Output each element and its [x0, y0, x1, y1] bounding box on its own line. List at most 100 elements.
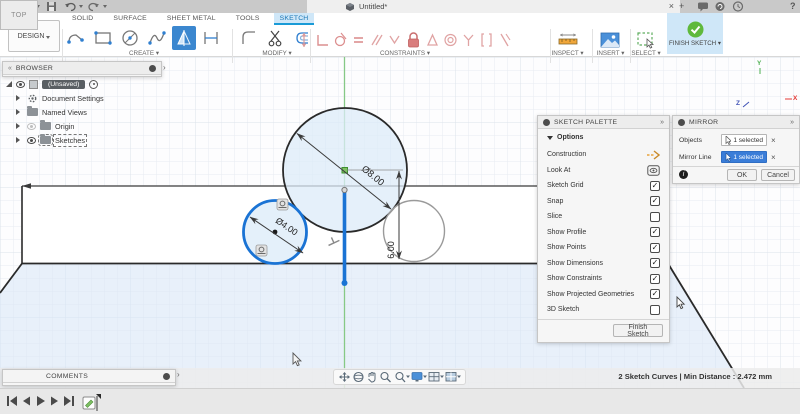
- expand-arrow-icon[interactable]: [6, 81, 12, 87]
- activate-target-icon[interactable]: [89, 80, 98, 89]
- collapsed-arrow-icon[interactable]: [16, 95, 23, 101]
- colinear-constraint-icon[interactable]: [496, 28, 513, 52]
- step-back-button[interactable]: [23, 397, 30, 406]
- palette-finish-sketch-button[interactable]: Finish Sketch: [613, 324, 663, 337]
- browser-expand-chevron[interactable]: ›: [163, 63, 166, 72]
- timeline-sketch-feature[interactable]: [82, 392, 104, 412]
- line-tool-icon[interactable]: [64, 26, 88, 50]
- palette-row-slice[interactable]: Slice: [538, 209, 669, 224]
- mirror-line-selection-button[interactable]: 1 selected: [721, 151, 767, 163]
- tangent-constraint-icon-2[interactable]: [256, 245, 267, 256]
- palette-row-show-constraints[interactable]: Show Constraints: [538, 271, 669, 286]
- undo-icon[interactable]: [64, 0, 76, 13]
- show-profile-checkbox[interactable]: [650, 227, 660, 237]
- go-to-end-button[interactable]: [64, 396, 74, 406]
- viewports-icon[interactable]: [445, 371, 461, 383]
- expand-panel-icon[interactable]: »: [660, 119, 664, 126]
- display-settings-icon[interactable]: [411, 371, 427, 383]
- undo-menu-caret[interactable]: [79, 5, 83, 10]
- palette-row-3d-sketch[interactable]: 3D Sketch: [538, 302, 669, 317]
- redo-menu-caret[interactable]: [103, 5, 107, 10]
- palette-row-snap[interactable]: Snap: [538, 194, 669, 209]
- comments-expand-chevron[interactable]: ›: [177, 370, 180, 379]
- visibility-eye-icon-dim[interactable]: [27, 123, 36, 130]
- collapse-panel-icon[interactable]: «: [8, 65, 12, 72]
- info-icon[interactable]: i: [679, 170, 688, 179]
- sync-status-icon[interactable]: [714, 0, 726, 13]
- zoom-window-icon[interactable]: [394, 371, 410, 383]
- symmetry-constraint-icon[interactable]: [386, 28, 403, 52]
- palette-row-show-profile[interactable]: Show Profile: [538, 225, 669, 240]
- new-tab-icon[interactable]: +: [679, 0, 684, 13]
- zoom-icon[interactable]: [379, 371, 392, 383]
- slice-checkbox[interactable]: [650, 212, 660, 222]
- play-button[interactable]: [37, 396, 45, 406]
- show-dimensions-checkbox[interactable]: [650, 258, 660, 268]
- tab-tools[interactable]: TOOLS: [230, 13, 266, 25]
- panel-options-icon[interactable]: [163, 373, 170, 380]
- mirror-ok-button[interactable]: OK: [727, 169, 757, 181]
- step-forward-button[interactable]: [51, 397, 58, 406]
- comments-panel-header[interactable]: COMMENTS: [3, 370, 175, 383]
- save-icon[interactable]: [46, 0, 57, 13]
- mirror-line-bottom-point[interactable]: [342, 280, 348, 286]
- close-tab-icon[interactable]: ×: [669, 0, 674, 13]
- select-tool-icon[interactable]: [634, 28, 658, 52]
- clear-selection-icon[interactable]: ×: [771, 153, 776, 162]
- tangent-constraint-icon[interactable]: [277, 199, 288, 210]
- mirror-cancel-button[interactable]: Cancel: [761, 169, 795, 181]
- tab-solid[interactable]: SOLID: [66, 13, 99, 25]
- equal-constraint-icon[interactable]: [350, 28, 367, 52]
- look-at-icon[interactable]: [647, 165, 660, 176]
- browser-item-sketches[interactable]: Sketches: [16, 134, 85, 146]
- constraints-group-label[interactable]: CONSTRAINTS ▾: [330, 50, 480, 57]
- select-group-label[interactable]: SELECT ▾: [622, 50, 670, 57]
- pan-hand-icon[interactable]: [366, 371, 378, 383]
- sketch-canvas[interactable]: Ø8.00 Ø4.00 6.00: [0, 57, 800, 388]
- visibility-eye-icon[interactable]: [16, 81, 25, 88]
- expand-dialog-icon[interactable]: »: [790, 119, 794, 126]
- tab-sketch[interactable]: SKETCH: [274, 13, 315, 25]
- palette-row-show-projected[interactable]: Show Projected Geometries: [538, 287, 669, 302]
- sketch-grid-checkbox[interactable]: [650, 181, 660, 191]
- sketch-palette-header[interactable]: SKETCH PALETTE »: [538, 116, 669, 129]
- collapsed-arrow-icon[interactable]: [16, 123, 23, 129]
- tab-sheet-metal[interactable]: SHEET METAL: [161, 13, 222, 25]
- browser-panel-header[interactable]: « BROWSER: [3, 62, 161, 75]
- viewcube-widget[interactable]: Y TOP X Z: [0, 0, 38, 30]
- mirror-tool-icon-active[interactable]: [172, 26, 196, 50]
- browser-item-named-views[interactable]: Named Views: [16, 106, 87, 118]
- collapsed-arrow-icon[interactable]: [16, 109, 23, 115]
- redo-icon[interactable]: [88, 0, 100, 13]
- sketch-dimension-icon[interactable]: [296, 28, 313, 52]
- palette-row-construction[interactable]: Construction: [538, 147, 669, 162]
- construction-icon[interactable]: [646, 150, 660, 160]
- viewcube-top-face[interactable]: TOP: [0, 0, 38, 30]
- palette-options-section[interactable]: Options: [538, 130, 669, 145]
- fillet-tool-icon[interactable]: [237, 26, 261, 50]
- panel-options-icon[interactable]: [149, 65, 156, 72]
- insert-tool-icon[interactable]: [598, 28, 622, 52]
- clear-selection-icon[interactable]: ×: [771, 136, 776, 145]
- concentric-constraint-icon[interactable]: [442, 28, 459, 52]
- go-to-start-button[interactable]: [7, 396, 17, 406]
- browser-root-row[interactable]: (Unsaved): [6, 78, 98, 90]
- document-root-label[interactable]: (Unsaved): [42, 80, 85, 89]
- clock-history-icon[interactable]: [732, 0, 744, 13]
- show-projected-checkbox[interactable]: [650, 289, 660, 299]
- perpendicular-constraint-tool-icon[interactable]: [314, 28, 331, 52]
- dim-label-vertical[interactable]: 6.00: [386, 241, 396, 259]
- palette-row-show-dimensions[interactable]: Show Dimensions: [538, 256, 669, 271]
- dimension-tool-icon[interactable]: [199, 26, 223, 50]
- grid-settings-icon[interactable]: [428, 371, 444, 383]
- projected-constraint-icon[interactable]: [478, 28, 495, 52]
- spline-tool-icon[interactable]: [145, 26, 169, 50]
- tangent-constraint-tool-icon[interactable]: [332, 28, 349, 52]
- mirror-line-top-point[interactable]: [342, 187, 347, 192]
- document-tab[interactable]: Untitled* ×: [307, 0, 680, 13]
- show-points-checkbox[interactable]: [650, 243, 660, 253]
- circle-tool-icon[interactable]: [118, 26, 142, 50]
- palette-row-show-points[interactable]: Show Points: [538, 240, 669, 255]
- inspect-tool-icon[interactable]: [556, 28, 580, 52]
- pan-icon[interactable]: [338, 371, 351, 383]
